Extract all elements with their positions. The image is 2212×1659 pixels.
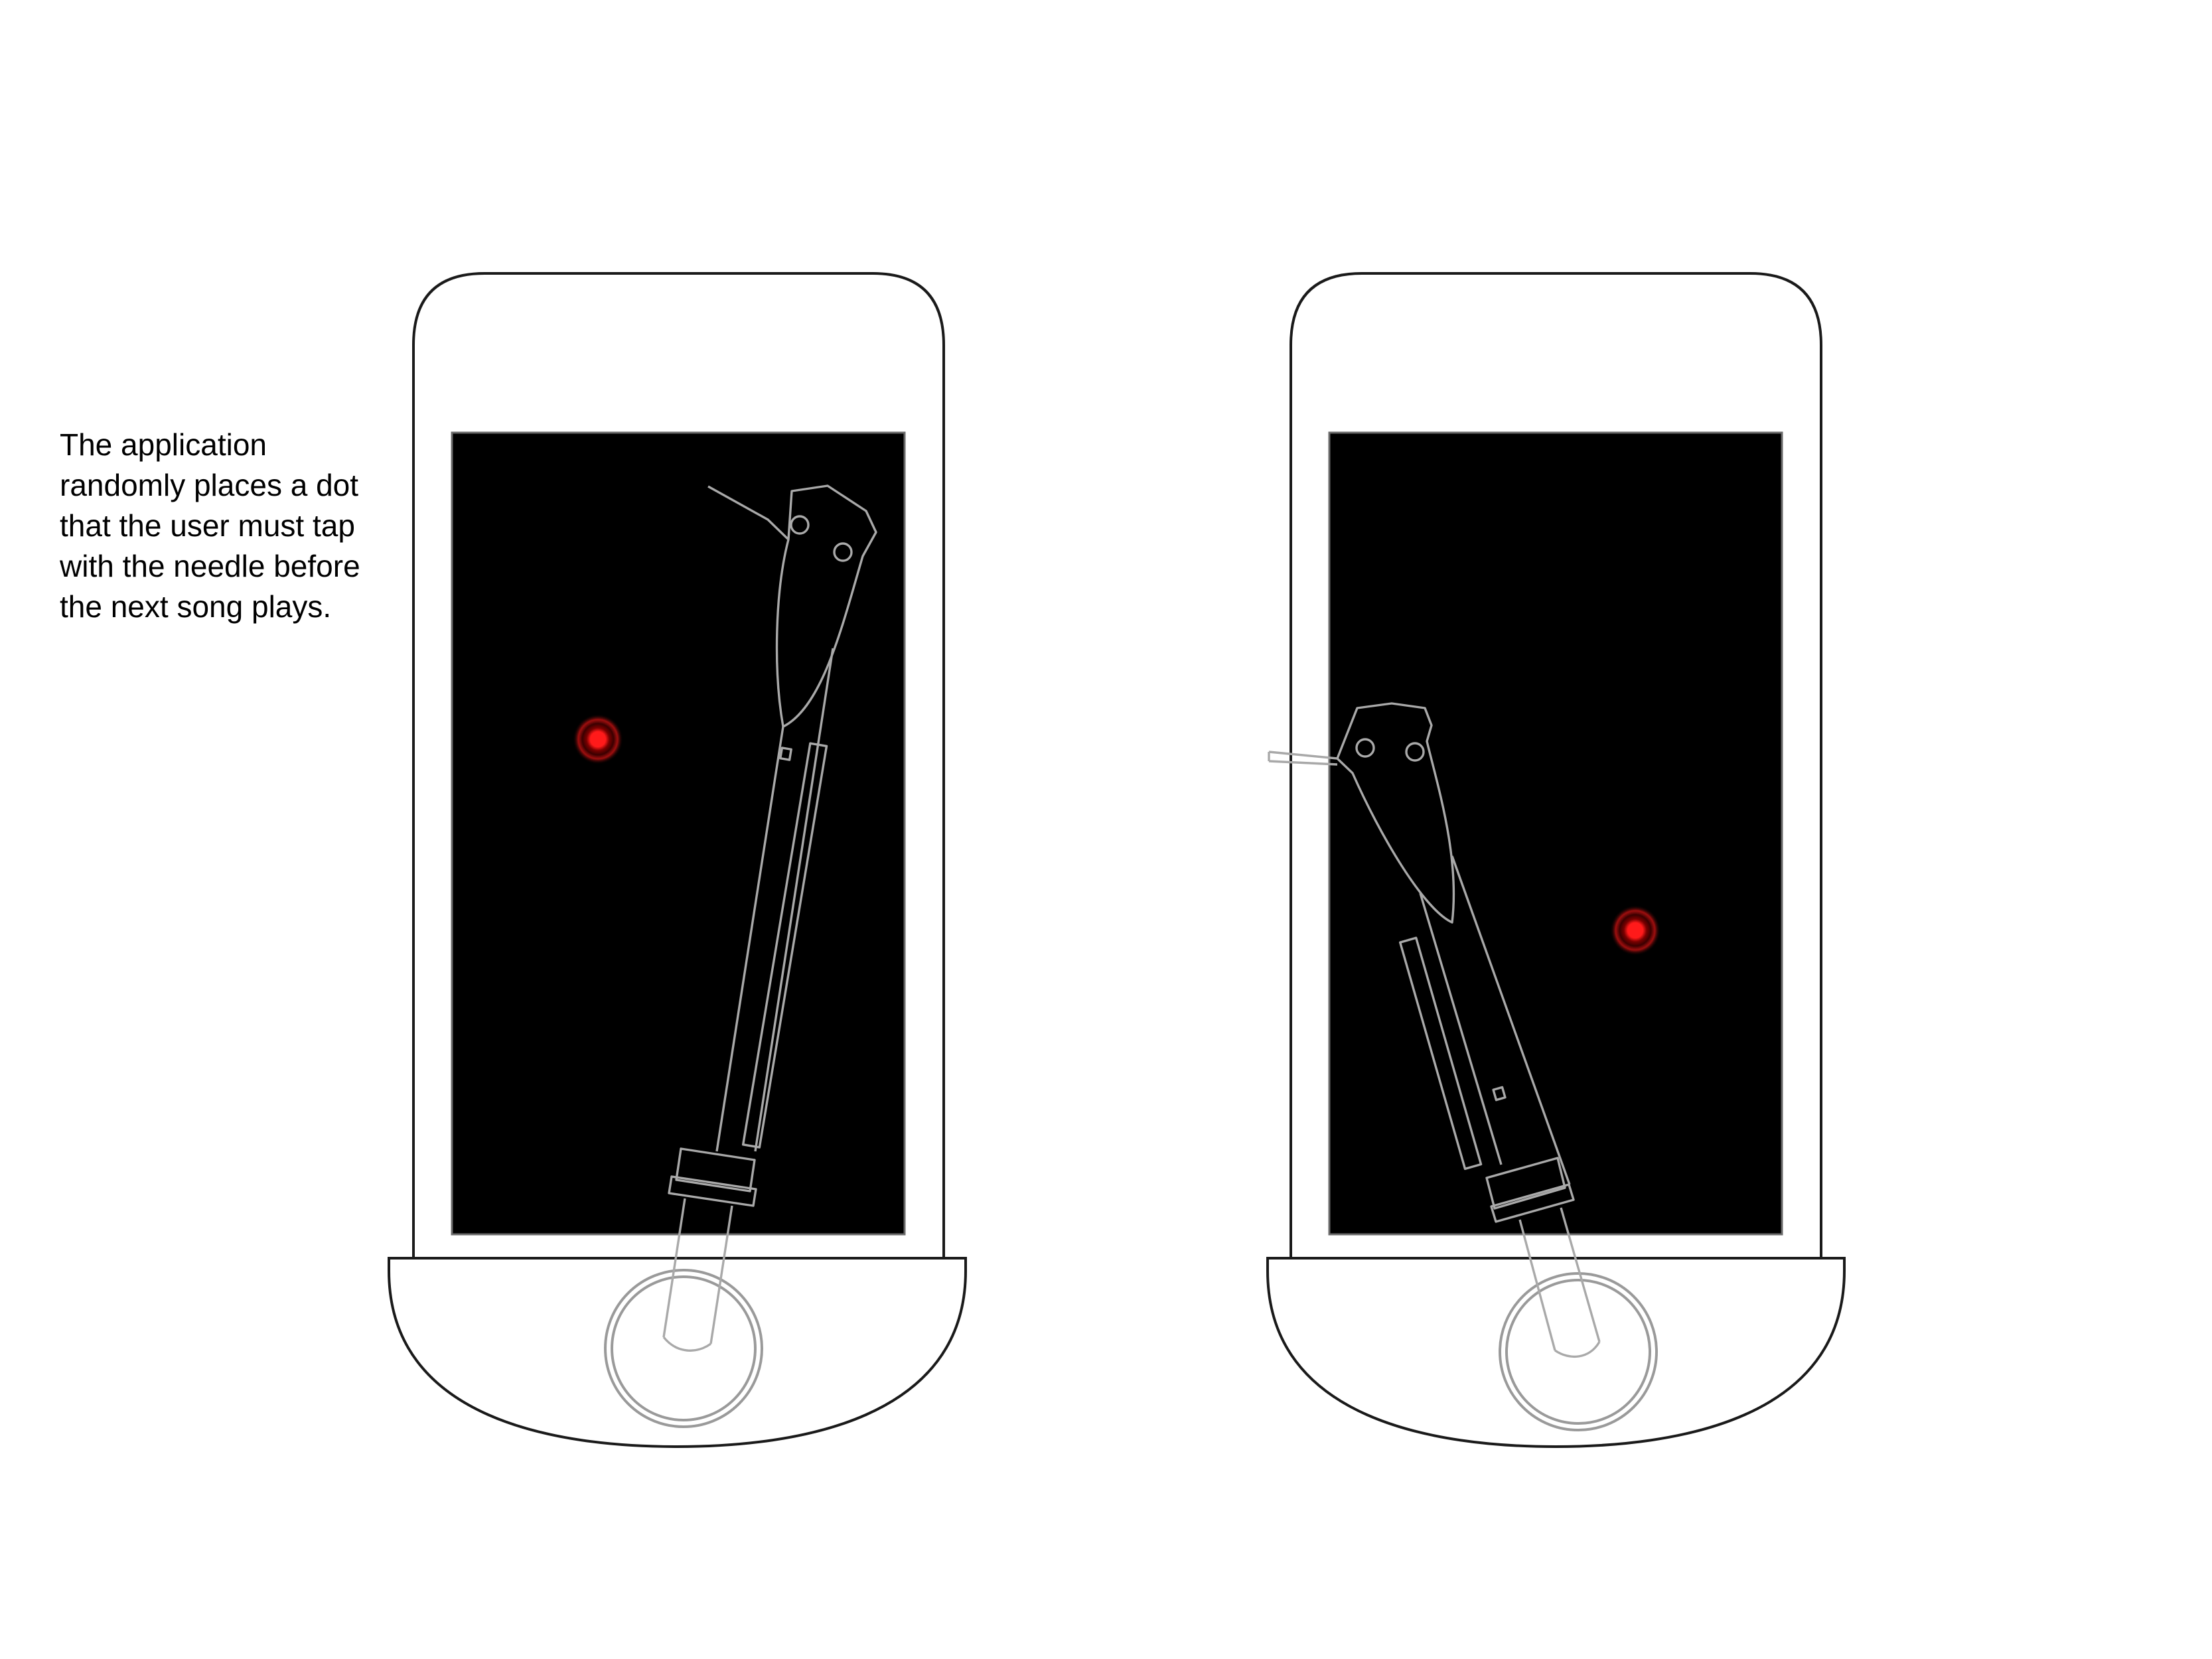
- red-dot-core: [591, 732, 605, 747]
- red-dot-core: [1628, 923, 1643, 938]
- phone-left: [388, 272, 967, 1449]
- phone-left-base: [388, 1257, 967, 1449]
- phone-right-screen: [1328, 431, 1783, 1236]
- phone-right: [1266, 272, 1846, 1449]
- phone-left-screen: [451, 431, 906, 1236]
- diagram-canvas: [388, 272, 1846, 1449]
